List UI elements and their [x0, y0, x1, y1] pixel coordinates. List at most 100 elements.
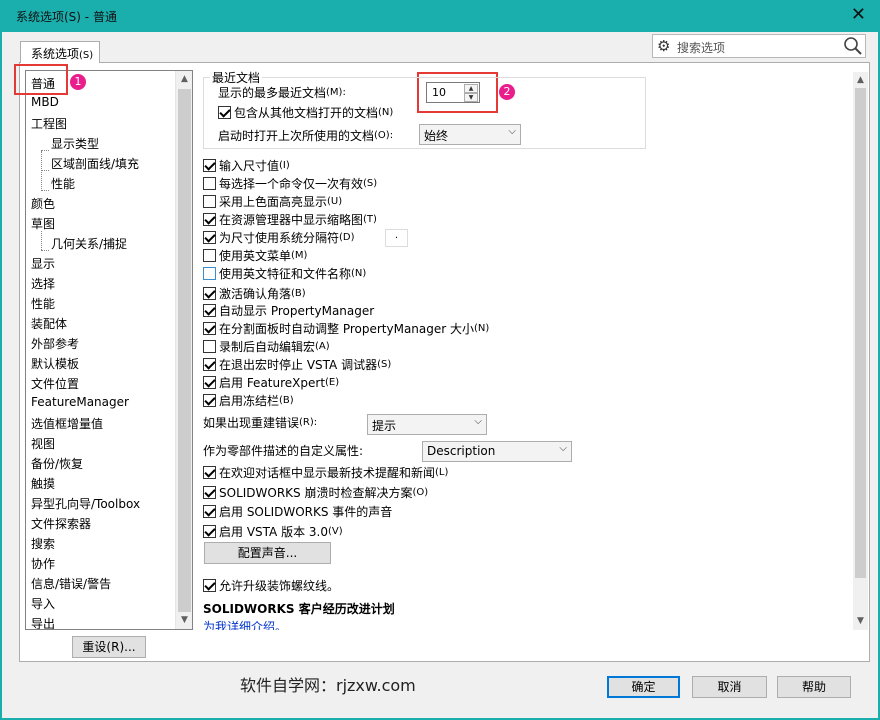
tree-item-display-style[interactable]: 显示类型 [51, 135, 99, 152]
option-row[interactable]: 自动显示 PropertyManager [203, 302, 374, 318]
tab-system-options[interactable]: 系统选项(S) [20, 41, 100, 63]
option-checkbox[interactable] [203, 212, 216, 226]
tree-item-search[interactable]: 搜索 [31, 535, 55, 552]
option-checkbox[interactable] [203, 339, 216, 353]
tree-item-file-explorer[interactable]: 文件探索器 [31, 515, 91, 532]
tree-item-default-templates[interactable]: 默认模板 [31, 355, 79, 372]
cancel-button[interactable]: 取消 [692, 676, 767, 698]
option-row[interactable]: 录制后自动编辑宏 (A) [203, 338, 330, 354]
option-checkbox[interactable] [203, 194, 216, 208]
option-checkbox[interactable] [203, 158, 216, 172]
option-checkbox[interactable] [203, 375, 216, 389]
tree-item-area-hatch[interactable]: 区域剖面线/填充 [51, 155, 139, 172]
option-checkbox[interactable] [203, 303, 216, 317]
max-recent-value[interactable]: 10 [432, 86, 446, 99]
scroll-down-icon[interactable]: ▼ [853, 613, 868, 630]
tree-scroll-thumb[interactable] [178, 89, 191, 612]
separator-field[interactable]: . [385, 229, 408, 247]
max-recent-row: 显示的最多最近文档 (M): [218, 84, 346, 100]
ok-button[interactable]: 确定 [607, 676, 680, 698]
option-row[interactable]: 启用 FeatureXpert (E) [203, 374, 339, 390]
tree-item-import[interactable]: 导入 [31, 595, 55, 612]
option-row[interactable]: 使用英文菜单 (M) [203, 247, 307, 263]
tree-item-view[interactable]: 视图 [31, 435, 55, 452]
thread-option-checkbox[interactable] [203, 578, 216, 592]
include-other-row[interactable]: 包含从其他文档打开的文档 (N) [218, 104, 393, 120]
tree-item-sketch[interactable]: 草图 [31, 215, 55, 232]
option-row[interactable]: 输入尺寸值 (I) [203, 157, 290, 173]
tree-item-featuremanager[interactable]: FeatureManager [31, 395, 129, 409]
option-checkbox[interactable] [203, 524, 216, 538]
option-row[interactable]: 每选择一个命令仅一次有效 (S) [203, 175, 377, 191]
tree-item-drawings[interactable]: 工程图 [31, 115, 67, 132]
thread-option-row[interactable]: 允许升级装饰螺纹线。 [203, 577, 339, 593]
option-checkbox[interactable] [203, 321, 216, 335]
tree-item-relations-snaps[interactable]: 几何关系/捕捉 [51, 235, 127, 252]
option-row[interactable]: 在分割面板时自动调整 PropertyManager 大小 (N) [203, 320, 489, 336]
tree-item-external-references[interactable]: 外部参考 [31, 335, 79, 352]
tree-item-display[interactable]: 显示 [31, 255, 55, 272]
tree-item-collaboration[interactable]: 协作 [31, 555, 55, 572]
option-checkbox[interactable] [203, 465, 216, 479]
tree-item-selection[interactable]: 选择 [31, 275, 55, 292]
include-other-checkbox[interactable] [218, 105, 231, 119]
tree-item-hole-wizard-toolbox[interactable]: 异型孔向导/Toolbox [31, 495, 140, 512]
close-icon[interactable]: ✕ [851, 5, 866, 25]
tree-item-messages-errors-warnings[interactable]: 信息/错误/警告 [31, 575, 111, 592]
options-scroll-thumb[interactable] [855, 88, 866, 578]
tree-item-spin-box-increments[interactable]: 选值框增量值 [31, 415, 103, 432]
option-checkbox[interactable] [203, 286, 216, 300]
option-checkbox[interactable] [203, 230, 216, 244]
reset-button[interactable]: 重设(R)... [72, 636, 146, 658]
option-row[interactable]: 采用上色面高亮显示 (U) [203, 193, 342, 209]
stepper-down-icon[interactable]: ▼ [464, 93, 478, 102]
options-scrollbar[interactable]: ▲ ▼ [853, 72, 868, 630]
tree-item-file-locations[interactable]: 文件位置 [31, 375, 79, 392]
custom-prop-select[interactable]: Description ⌵ [422, 441, 572, 462]
search-icon[interactable] [843, 36, 863, 56]
option-checkbox[interactable] [203, 248, 216, 262]
option-row[interactable]: 在退出宏时停止 VSTA 调试器 (S) [203, 356, 391, 372]
tree-item-colors[interactable]: 颜色 [31, 195, 55, 212]
scroll-up-icon[interactable]: ▲ [853, 72, 868, 89]
tree-item-export[interactable]: 导出 [31, 615, 55, 629]
option-row[interactable]: 在欢迎对话框中显示最新技术提醒和新闻 (L) [203, 464, 448, 480]
option-row[interactable]: 启用 VSTA 版本 3.0 (V) [203, 523, 343, 539]
tree-item-assemblies[interactable]: 装配体 [31, 315, 67, 332]
tree-item-performance[interactable]: 性能 [31, 295, 55, 312]
option-row[interactable]: 使用英文特征和文件名称 (N) [203, 265, 366, 281]
option-row[interactable]: 为尺寸使用系统分隔符 (D) [203, 229, 355, 245]
option-label: 使用英文特征和文件名称 [219, 266, 352, 281]
learn-more-link[interactable]: 为我详细介绍。 [203, 618, 287, 630]
option-checkbox[interactable] [203, 357, 216, 371]
rebuild-error-select[interactable]: 提示 ⌵ [367, 414, 487, 435]
stepper-up-icon[interactable]: ▲ [464, 84, 478, 93]
max-recent-stepper[interactable]: 10 ▲ ▼ [426, 82, 480, 103]
option-row[interactable]: SOLIDWORKS 崩溃时检查解决方案 (O) [203, 484, 428, 500]
help-button[interactable]: 帮助 [777, 676, 851, 698]
tree-scrollbar[interactable]: ▲ ▼ [175, 71, 192, 629]
option-row[interactable]: 在资源管理器中显示缩略图 (T) [203, 211, 377, 227]
option-label: 启用 VSTA 版本 3.0 [219, 524, 328, 539]
category-tree[interactable]: 普通 MBD 工程图 显示类型 区域剖面线/填充 性能 颜色 草图 几何关系/捕… [25, 70, 193, 630]
scroll-up-icon[interactable]: ▲ [176, 71, 192, 88]
tree-item-backup-recover[interactable]: 备份/恢复 [31, 455, 83, 472]
gear-icon[interactable]: ⚙ [657, 37, 670, 55]
option-row[interactable]: 启用冻结栏 (B) [203, 392, 294, 408]
option-label: 使用英文菜单 [219, 248, 292, 263]
option-checkbox[interactable] [203, 393, 216, 407]
option-checkbox[interactable] [203, 266, 216, 280]
option-checkbox[interactable] [203, 485, 216, 499]
scroll-down-icon[interactable]: ▼ [176, 612, 192, 629]
option-row[interactable]: 激活确认角落 (B) [203, 285, 306, 301]
search-input[interactable]: ⚙ 搜索选项 [652, 34, 866, 58]
configure-sounds-button[interactable]: 配置声音... [204, 542, 331, 564]
option-label: 在欢迎对话框中显示最新技术提醒和新闻 [219, 465, 436, 480]
tree-item-drawing-performance[interactable]: 性能 [51, 175, 75, 192]
option-checkbox[interactable] [203, 176, 216, 190]
option-checkbox[interactable] [203, 504, 216, 518]
tree-item-touch[interactable]: 触摸 [31, 475, 55, 492]
open-last-select[interactable]: 始终 ⌵ [419, 124, 521, 145]
option-row[interactable]: 启用 SOLIDWORKS 事件的声音 [203, 503, 392, 519]
tree-item-mbd[interactable]: MBD [31, 95, 59, 109]
